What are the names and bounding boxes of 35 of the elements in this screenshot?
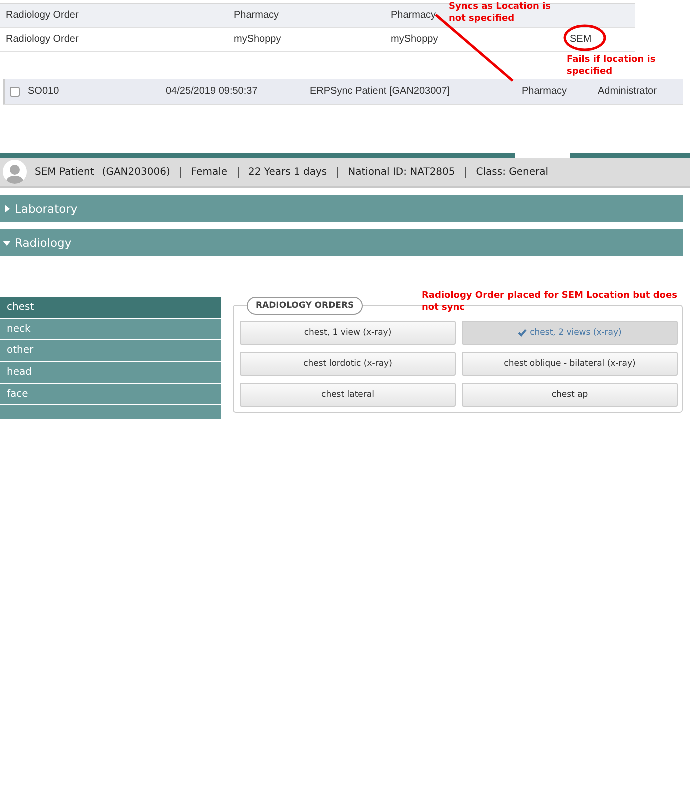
order-button[interactable]: chest, 1 view (x-ray) [240, 321, 456, 345]
order-button[interactable]: chest oblique - bilateral (x-ray) [462, 352, 678, 376]
table-cell: Pharmacy [391, 10, 436, 21]
annotation-note: Fails if location is specified [567, 54, 657, 78]
table-cell-text: 04/25/2019 09:50:37 [166, 86, 259, 97]
checkbox[interactable] [10, 86, 20, 96]
annotation-note: Syncs as Location is not specified [449, 1, 552, 25]
panel-title: RADIOLOGY ORDERS [247, 297, 364, 315]
table-cell: Administrator [598, 86, 657, 97]
section-header[interactable]: Radiology [0, 229, 683, 256]
table-cell: Pharmacy [234, 10, 280, 21]
check-icon [518, 329, 528, 337]
patient-field: National ID: NAT2805 [348, 166, 456, 178]
table-cell-text: ERPSync Patient [GAN203007] [310, 86, 452, 97]
table-cell-text: SO010 [28, 86, 60, 97]
patient-field: Class: General [476, 166, 549, 178]
patient-field: Female [191, 166, 228, 178]
table-cell: SEM [570, 34, 592, 45]
order-button[interactable]: chest, 2 views (x-ray) [462, 321, 678, 345]
patient-id: (GAN203006) [102, 166, 170, 178]
patient-name: SEM Patient [35, 166, 94, 178]
sidebar-item[interactable]: chest [0, 297, 221, 319]
order-button[interactable]: chest lordotic (x-ray) [240, 352, 456, 376]
table-cell: myShoppy [391, 34, 438, 45]
table-cell: myShoppy [234, 34, 282, 45]
annotation-circle [564, 24, 606, 52]
annotation-note: Radiology Order placed for SEM Location but does not sync [422, 290, 678, 314]
patient-field: 22 Years 1 days [248, 166, 328, 178]
order-button[interactable]: chest lateral [240, 383, 456, 407]
section-header[interactable]: Laboratory [0, 195, 683, 222]
table-cell-text: Pharmacy [522, 86, 568, 97]
table-cell: Radiology Order [6, 34, 79, 45]
order-button[interactable]: chest ap [462, 383, 678, 407]
avatar-icon [3, 160, 27, 184]
table-cell: Radiology Order [6, 10, 79, 21]
